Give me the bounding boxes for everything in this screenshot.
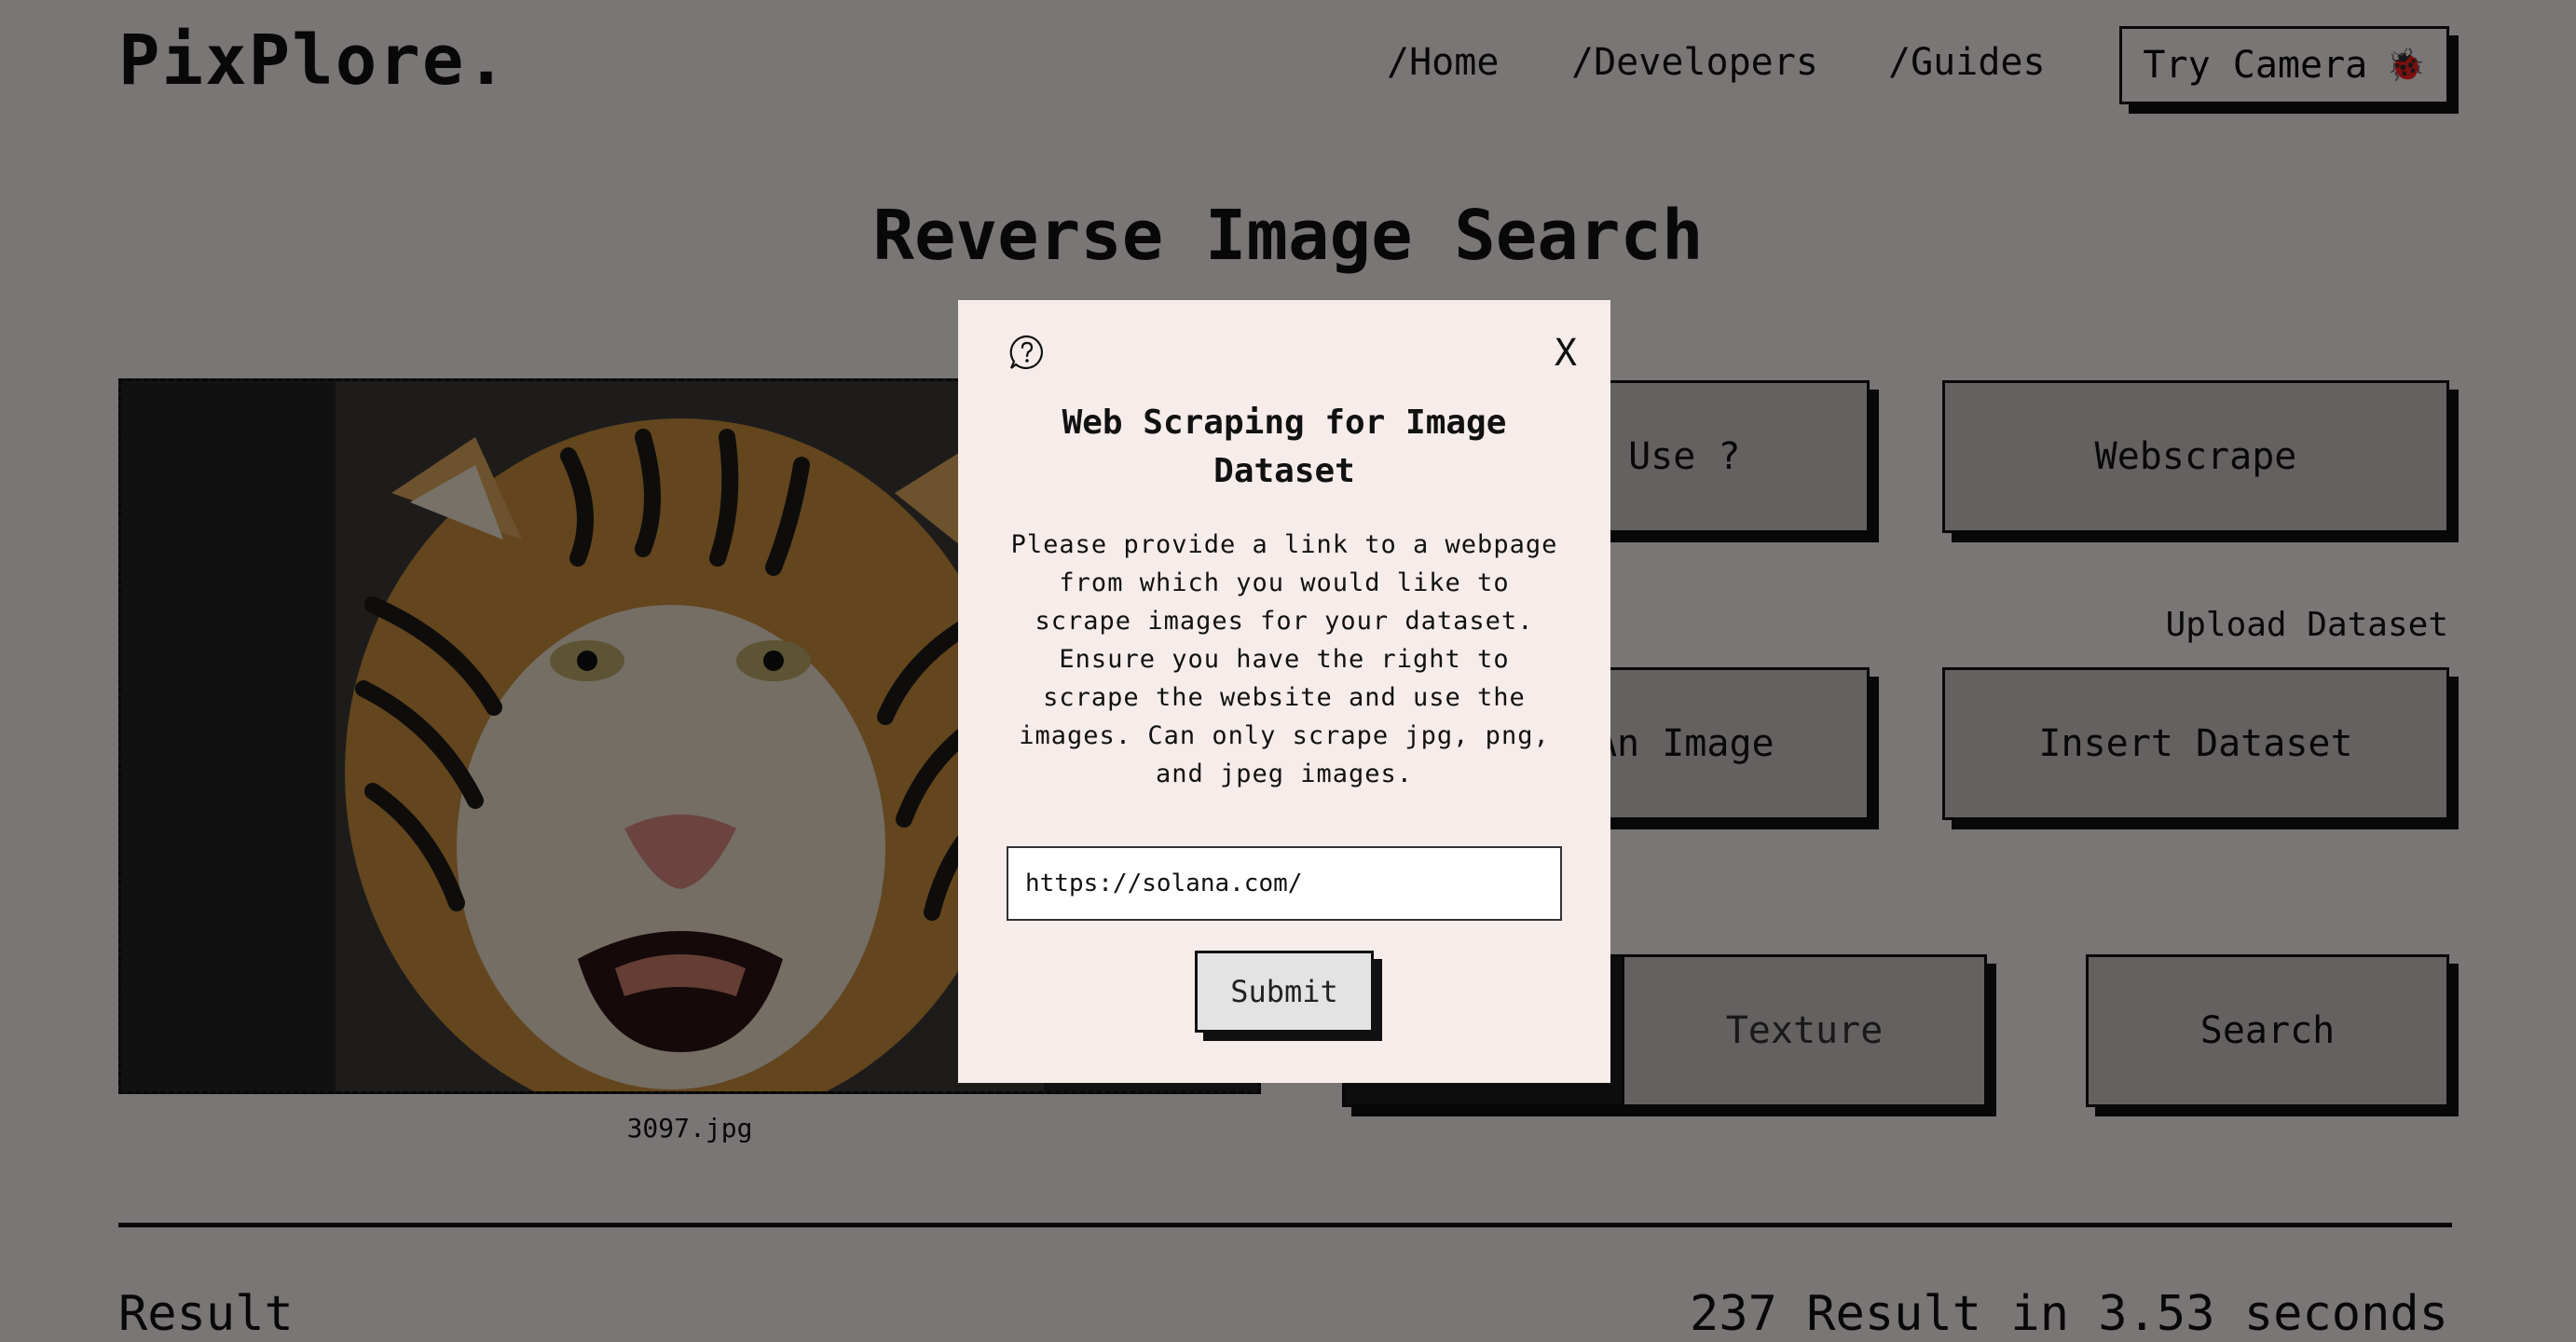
close-button[interactable]: X: [1555, 332, 1577, 375]
modal-title: Web Scraping for Image Dataset: [1062, 404, 1507, 490]
modal-description: Please provide a link to a webpage from …: [1010, 530, 1558, 788]
webscrape-modal: X Web Scraping for Image Dataset Please …: [958, 300, 1610, 1083]
submit-button[interactable]: Submit: [1195, 951, 1374, 1033]
help-icon[interactable]: [1008, 334, 1046, 371]
url-input[interactable]: [1007, 846, 1562, 921]
page: PixPlore. /Home /Developers /Guides Try …: [0, 0, 2576, 1342]
